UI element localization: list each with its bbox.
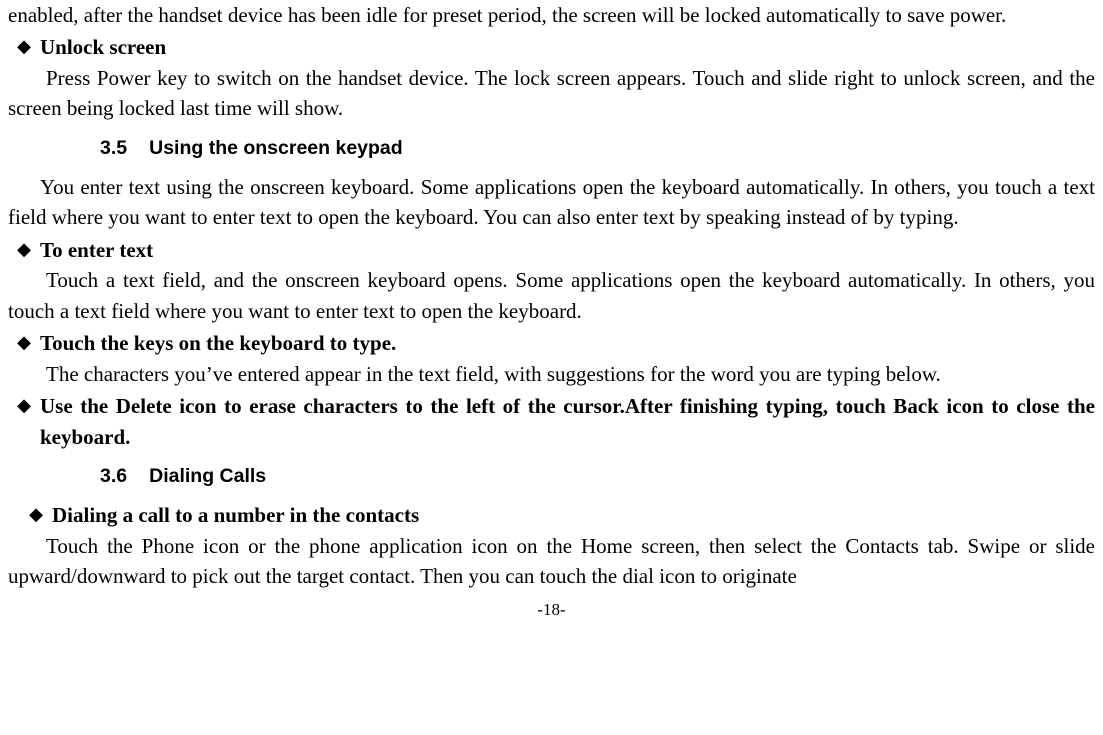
heading-3-5: 3.5 Using the onscreen keypad: [100, 134, 1095, 162]
bullet-unlock-screen: ◆ Unlock screen: [8, 32, 1095, 62]
touch-keys-body: The characters you’ve entered appear in …: [8, 359, 1095, 389]
bullet-use-delete-label: Use the Delete icon to erase characters …: [40, 391, 1095, 452]
heading-3-6-number: 3.6: [100, 462, 127, 490]
bullet-to-enter-text: ◆ To enter text: [8, 235, 1095, 265]
bullet-touch-keys-label: Touch the keys on the keyboard to type.: [40, 328, 1095, 358]
diamond-icon: ◆: [8, 328, 40, 357]
diamond-icon: ◆: [20, 500, 52, 529]
bullet-to-enter-text-label: To enter text: [40, 235, 1095, 265]
enter-text-body: Touch a text field, and the onscreen key…: [8, 265, 1095, 326]
diamond-icon: ◆: [8, 32, 40, 61]
heading-3-6: 3.6 Dialing Calls: [100, 462, 1095, 490]
bullet-use-delete: ◆ Use the Delete icon to erase character…: [8, 391, 1095, 452]
onscreen-intro: You enter text using the onscreen keyboa…: [8, 172, 1095, 233]
heading-3-5-text: Using the onscreen keypad: [149, 134, 403, 162]
heading-3-6-text: Dialing Calls: [149, 462, 266, 490]
intro-paragraph: enabled, after the handset device has be…: [8, 0, 1095, 30]
bullet-dialing-contacts: ◆ Dialing a call to a number in the cont…: [20, 500, 1095, 530]
unlock-screen-body: Press Power key to switch on the handset…: [8, 63, 1095, 124]
diamond-icon: ◆: [8, 235, 40, 264]
diamond-icon: ◆: [8, 391, 40, 420]
page-number: -18-: [8, 598, 1095, 623]
heading-3-5-number: 3.5: [100, 134, 127, 162]
bullet-dialing-contacts-label: Dialing a call to a number in the contac…: [52, 500, 1095, 530]
bullet-unlock-screen-label: Unlock screen: [40, 32, 1095, 62]
bullet-touch-keys: ◆ Touch the keys on the keyboard to type…: [8, 328, 1095, 358]
dialing-body: Touch the Phone icon or the phone applic…: [8, 531, 1095, 592]
